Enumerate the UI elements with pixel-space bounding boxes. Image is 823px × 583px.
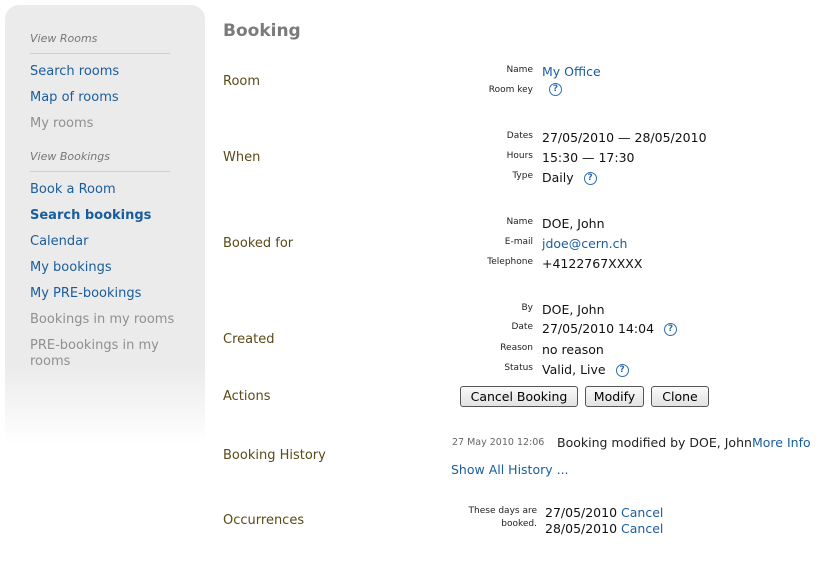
room-name-link[interactable]: My Office (542, 64, 601, 79)
type-label: Type (512, 171, 533, 181)
created-by-label: By (521, 303, 533, 313)
created-date-label: Date (511, 322, 533, 332)
room-key-label: Room key (488, 85, 533, 95)
modify-button[interactable]: Modify (585, 386, 644, 407)
clone-button[interactable]: Clone (651, 386, 709, 407)
created-section-label: Created (223, 332, 275, 347)
email-link[interactable]: jdoe@cern.ch (542, 236, 627, 251)
room-name-label: Name (506, 65, 533, 75)
sidebar-divider (30, 171, 170, 172)
help-icon[interactable]: ? (664, 323, 678, 336)
show-all-history-link[interactable]: Show All History ... (451, 462, 569, 477)
help-icon[interactable]: ? (549, 83, 562, 96)
sidebar-item-map-of-rooms[interactable]: Map of rooms (30, 90, 119, 105)
history-entry: Booking modified by DOE, John (557, 435, 752, 450)
sidebar-item-search-bookings[interactable]: Search bookings (30, 208, 151, 223)
status-label: Status (504, 363, 533, 373)
email-label: E-mail (504, 237, 533, 247)
reason-value: no reason (542, 342, 604, 357)
sidebar-item-my-rooms[interactable]: My rooms (30, 116, 93, 131)
status-row: Valid, Live? (542, 362, 629, 377)
booking-history-section-label: Booking History (223, 448, 326, 463)
occurrences-section-label: Occurrences (223, 513, 305, 528)
occurrence-date: 28/05/2010 (545, 521, 618, 536)
view-rooms-heading: View Rooms (30, 32, 98, 45)
hours-label: Hours (506, 151, 533, 161)
dates-label: Dates (506, 131, 533, 141)
occurrence-cancel-link[interactable]: Cancel (621, 521, 663, 536)
sidebar-item-my-bookings[interactable]: My bookings (30, 260, 112, 275)
sidebar-item-calendar[interactable]: Calendar (30, 234, 88, 249)
created-date-row: 27/05/2010 14:04? (542, 321, 678, 336)
status-value: Valid, Live (542, 362, 606, 377)
booked-for-name: DOE, John (542, 216, 605, 231)
sidebar-item-book-a-room[interactable]: Book a Room (30, 182, 116, 197)
occurrence-row: 27/05/2010 Cancel (545, 505, 663, 520)
reason-label: Reason (500, 343, 533, 353)
cancel-booking-button[interactable]: Cancel Booking (460, 386, 578, 407)
hours-value: 15:30 — 17:30 (542, 150, 635, 165)
more-info-link[interactable]: More Info (752, 435, 811, 450)
sidebar-item-pre-bookings-in-my-rooms[interactable]: PRE-bookings in my rooms (30, 338, 170, 370)
telephone-label: Telephone (487, 257, 533, 267)
view-bookings-heading: View Bookings (30, 150, 110, 163)
sidebar-item-search-rooms[interactable]: Search rooms (30, 64, 119, 79)
created-by-value: DOE, John (542, 302, 605, 317)
sidebar-item-bookings-in-my-rooms[interactable]: Bookings in my rooms (30, 312, 174, 327)
sidebar-divider (30, 53, 170, 54)
booked-for-name-label: Name (506, 217, 533, 227)
dates-value: 27/05/2010 — 28/05/2010 (542, 130, 707, 145)
created-date-value: 27/05/2010 14:04 (542, 321, 655, 336)
actions-section-label: Actions (223, 389, 271, 404)
occurrence-row: 28/05/2010 Cancel (545, 521, 663, 536)
telephone-value: +4122767XXXX (542, 256, 643, 271)
sidebar-item-my-pre-bookings[interactable]: My PRE-bookings (30, 286, 141, 301)
history-timestamp: 27 May 2010 12:06 (452, 437, 545, 448)
occurrence-cancel-link[interactable]: Cancel (621, 505, 663, 520)
type-row: Daily? (542, 170, 597, 185)
type-value: Daily (542, 170, 574, 185)
booked-for-section-label: Booked for (223, 236, 294, 251)
when-section-label: When (223, 150, 261, 165)
help-icon[interactable]: ? (615, 364, 629, 377)
room-section-label: Room (223, 74, 261, 89)
occurrences-label: These days are booked. (468, 506, 537, 529)
page-title: Booking (223, 21, 301, 41)
occurrence-date: 27/05/2010 (545, 505, 618, 520)
help-icon[interactable]: ? (583, 172, 597, 185)
